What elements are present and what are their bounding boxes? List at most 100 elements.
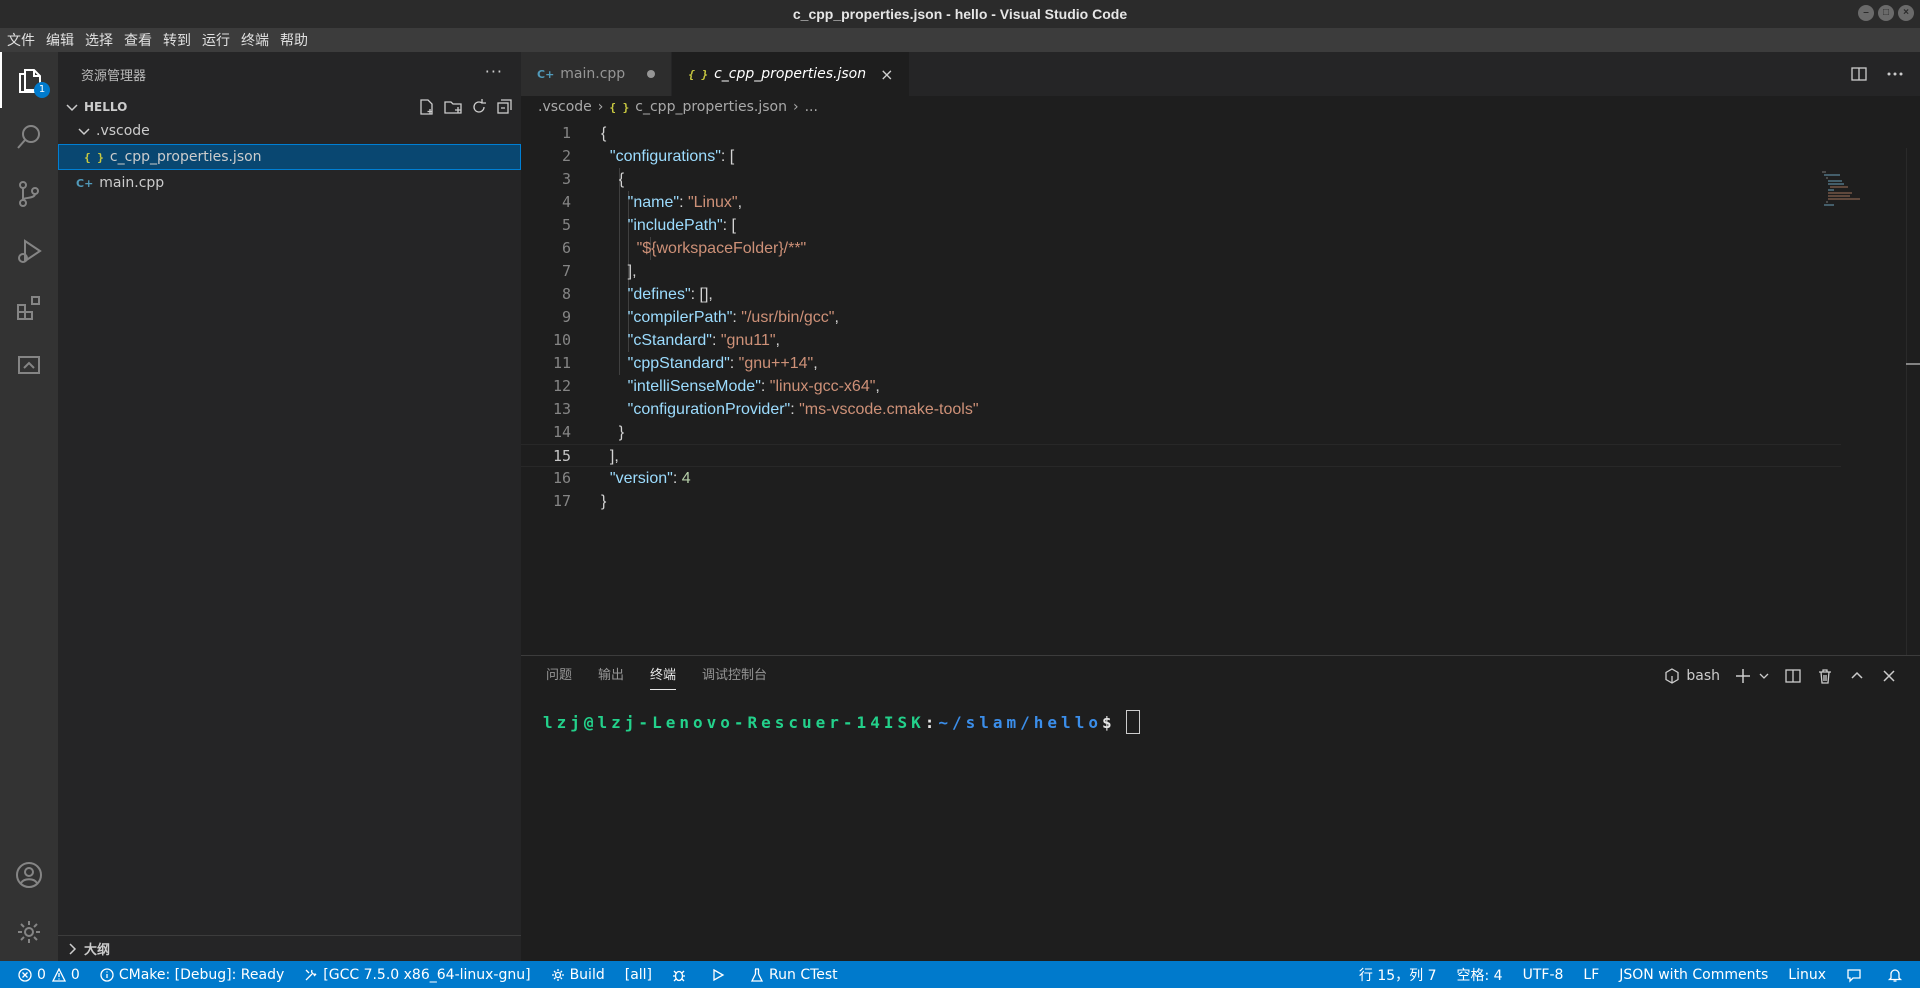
cmake-kit[interactable]: [GCC 7.5.0 x86_64-linux-gnu] bbox=[304, 967, 531, 983]
menu-view[interactable]: 查看 bbox=[123, 30, 157, 50]
more-actions-icon[interactable]: ··· bbox=[485, 62, 503, 81]
tree-item-vscode-folder[interactable]: .vscode bbox=[58, 118, 521, 144]
language-mode[interactable]: JSON with Comments bbox=[1619, 967, 1768, 983]
ctest-label: Run CTest bbox=[769, 966, 838, 983]
outline-section-header[interactable]: 大纲 bbox=[58, 935, 521, 961]
tab-c-cpp-properties[interactable]: { } c_cpp_properties.json × bbox=[672, 52, 911, 96]
new-folder-icon[interactable] bbox=[443, 98, 463, 116]
breadcrumb-item[interactable]: .vscode bbox=[538, 99, 592, 115]
cursor-position[interactable]: 行 15，列 7 bbox=[1359, 965, 1437, 985]
trash-icon[interactable] bbox=[1816, 667, 1834, 685]
close-panel-icon[interactable] bbox=[1880, 667, 1898, 685]
unsaved-dot-icon[interactable] bbox=[647, 70, 656, 78]
breadcrumb-item[interactable]: c_cpp_properties.json bbox=[635, 99, 787, 115]
indentation[interactable]: 空格: 4 bbox=[1457, 965, 1503, 985]
menu-help[interactable]: 帮助 bbox=[279, 30, 313, 50]
source-control-activity[interactable] bbox=[0, 166, 58, 222]
chevron-right-icon: › bbox=[597, 99, 604, 115]
remote-explorer-icon bbox=[18, 356, 40, 374]
code-text: "cppStandard": "gnu++14", bbox=[627, 355, 818, 372]
build-button[interactable]: Build bbox=[551, 967, 605, 983]
tab-main-cpp[interactable]: C+ main.cpp bbox=[521, 52, 673, 96]
panel-tabs: 问题 输出 终端 调试控制台 bash bbox=[521, 656, 1920, 696]
tab-terminal[interactable]: 终端 bbox=[650, 656, 677, 696]
json-string: "Linux" bbox=[687, 194, 738, 211]
close-tab-icon[interactable]: × bbox=[880, 65, 893, 84]
build-target[interactable]: [all] bbox=[625, 967, 652, 983]
new-file-icon[interactable] bbox=[418, 98, 436, 116]
remote-explorer-activity[interactable] bbox=[0, 337, 58, 393]
explorer-activity[interactable]: 1 bbox=[0, 52, 58, 108]
debug-button[interactable] bbox=[672, 968, 691, 982]
gear-icon bbox=[18, 921, 40, 943]
tree-item-main-cpp[interactable]: C+ main.cpp bbox=[58, 170, 521, 196]
tab-debug-console[interactable]: 调试控制台 bbox=[702, 656, 767, 696]
feedback-button[interactable] bbox=[1846, 967, 1867, 983]
build-label: Build bbox=[569, 966, 605, 983]
folder-section-header[interactable]: HELLO bbox=[58, 96, 521, 118]
feedback-icon bbox=[1847, 968, 1861, 983]
terminal-prompt[interactable]: lzj@lzj-Lenovo-Rescuer-14ISK: ~/slam/hell… bbox=[543, 710, 1140, 734]
manage-activity[interactable] bbox=[0, 904, 58, 960]
tab-problems[interactable]: 问题 bbox=[546, 656, 572, 696]
close-window-button[interactable]: × bbox=[1898, 5, 1914, 21]
menu-terminal[interactable]: 终端 bbox=[240, 30, 274, 50]
cmake-status[interactable]: CMake: [Debug]: Ready bbox=[100, 967, 284, 983]
terminal-selector[interactable]: bash bbox=[1664, 668, 1720, 684]
accounts-activity[interactable] bbox=[0, 847, 58, 903]
minimize-button[interactable]: – bbox=[1858, 5, 1874, 21]
code-text: "name": "Linux", bbox=[627, 194, 743, 211]
search-activity[interactable] bbox=[0, 109, 58, 165]
json-key: "version" bbox=[609, 470, 673, 487]
menu-selection[interactable]: 选择 bbox=[84, 30, 118, 50]
end-of-line[interactable]: LF bbox=[1583, 967, 1599, 983]
run-button[interactable] bbox=[711, 968, 730, 982]
line-number: 13 bbox=[552, 400, 571, 418]
split-terminal-icon[interactable] bbox=[1784, 667, 1802, 685]
sidebar-title: 资源管理器 bbox=[81, 68, 147, 84]
line-number: 6 bbox=[561, 239, 571, 257]
line-number: 17 bbox=[552, 492, 571, 510]
menu-run[interactable]: 运行 bbox=[201, 30, 235, 50]
notifications-button[interactable] bbox=[1887, 967, 1908, 983]
chevron-down-icon bbox=[66, 104, 78, 112]
chevron-up-icon[interactable] bbox=[1848, 667, 1866, 685]
cpp-configuration[interactable]: Linux bbox=[1788, 967, 1826, 983]
cpp-file-icon: C+ bbox=[76, 176, 94, 190]
extensions-activity[interactable] bbox=[0, 280, 58, 336]
json-string: "/usr/bin/gcc" bbox=[741, 309, 835, 326]
vertical-scrollbar[interactable] bbox=[1906, 148, 1920, 655]
maximize-button[interactable]: □ bbox=[1878, 5, 1894, 21]
activity-bar: 1 bbox=[0, 52, 58, 961]
run-ctest-button[interactable]: Run CTest bbox=[750, 967, 838, 983]
code-text: "defines": [], bbox=[627, 286, 713, 303]
json-key: "configurationProvider" bbox=[627, 401, 791, 418]
menu-edit[interactable]: 编辑 bbox=[45, 30, 79, 50]
code-line: 11 "cppStandard": "gnu++14", bbox=[521, 352, 1841, 375]
tab-output[interactable]: 输出 bbox=[598, 656, 624, 696]
more-actions-icon[interactable] bbox=[1886, 65, 1904, 83]
menu-file[interactable]: 文件 bbox=[6, 30, 40, 50]
code-text: { bbox=[601, 125, 607, 142]
problems-status[interactable]: 0 0 bbox=[18, 967, 80, 983]
refresh-icon[interactable] bbox=[470, 98, 488, 116]
split-editor-icon[interactable] bbox=[1850, 65, 1868, 83]
beaker-icon bbox=[750, 967, 764, 982]
breadcrumb-item[interactable]: ... bbox=[805, 99, 818, 115]
code-line-current: 15 ], bbox=[521, 444, 1841, 467]
code-editor[interactable]: 1{ 2 "configurations": [ 3 { 4 "name": "… bbox=[521, 122, 1920, 655]
new-terminal-icon[interactable] bbox=[1734, 667, 1752, 685]
menu-go[interactable]: 转到 bbox=[162, 30, 196, 50]
terminal-path: ~/slam/hello bbox=[938, 712, 1102, 732]
cmake-status-text: CMake: [Debug]: Ready bbox=[118, 966, 285, 983]
minimap[interactable] bbox=[1820, 170, 1880, 210]
run-debug-activity[interactable] bbox=[0, 223, 58, 279]
chevron-down-icon bbox=[78, 128, 90, 136]
chevron-down-icon[interactable] bbox=[1758, 670, 1770, 682]
tree-item-c-cpp-properties[interactable]: { } c_cpp_properties.json bbox=[58, 144, 521, 170]
encoding[interactable]: UTF-8 bbox=[1523, 967, 1564, 983]
status-bar-right: 行 15，列 7 空格: 4 UTF-8 LF JSON with Commen… bbox=[1339, 961, 1908, 988]
code-text: "includePath": [ bbox=[627, 217, 736, 234]
tree-item-label: .vscode bbox=[96, 123, 150, 139]
collapse-all-icon[interactable] bbox=[495, 98, 513, 116]
